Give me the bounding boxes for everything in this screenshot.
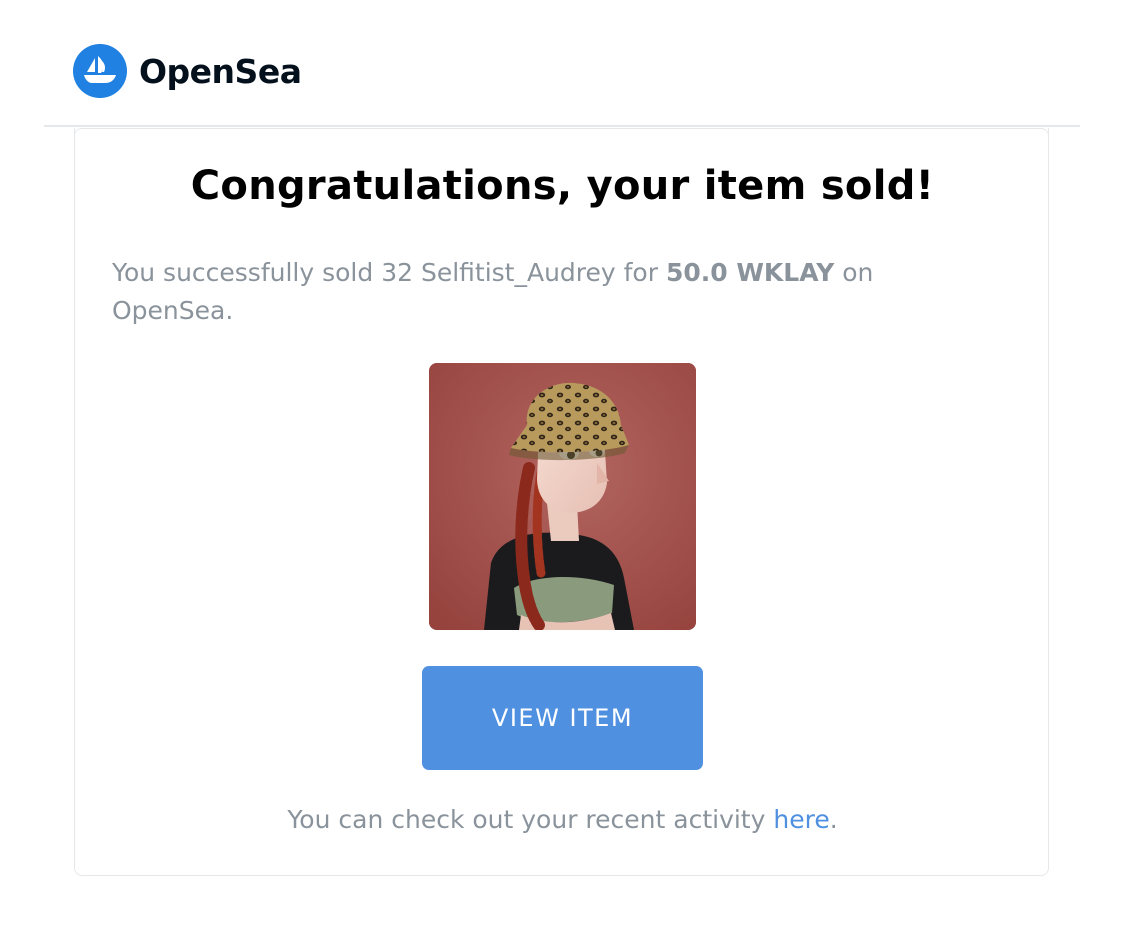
sale-amount: 50.0 WKLAY [665,258,835,287]
sale-message: You successfully sold 32 Selfitist_Audre… [112,254,942,330]
nft-avatar-image[interactable] [429,363,696,630]
brand-name: OpenSea [139,51,302,91]
footer-suffix: . [829,805,838,834]
email-page: OpenSea Congratulations, your item sold!… [0,0,1125,947]
email-header: OpenSea [73,44,302,98]
opensea-ship-icon [73,44,127,98]
sale-headline: Congratulations, your item sold! [190,163,935,209]
activity-footer: You can check out your recent activity h… [0,805,1125,834]
footer-prefix: You can check out your recent activity [287,805,774,834]
view-item-button[interactable]: VIEW ITEM [422,666,703,770]
header-divider [44,125,1080,127]
message-prefix: You successfully sold 32 Selfitist_Audre… [112,258,666,287]
activity-here-link[interactable]: here [773,805,829,834]
